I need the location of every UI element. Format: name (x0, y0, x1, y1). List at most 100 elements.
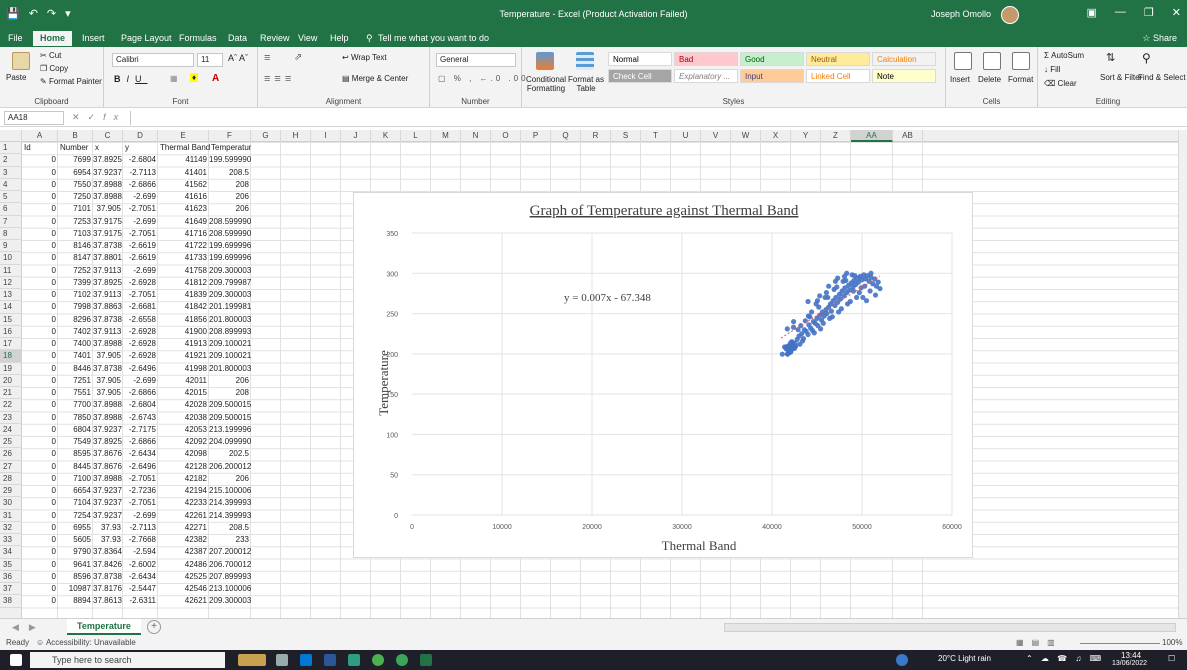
column-header-j[interactable]: J (341, 130, 371, 142)
add-sheet-icon[interactable]: + (147, 620, 161, 634)
column-header-ab[interactable]: AB (893, 130, 923, 142)
table-cell[interactable]: 7101 (58, 203, 93, 215)
taskbar-widget-icon[interactable] (238, 654, 266, 666)
column-header-h[interactable]: H (281, 130, 311, 142)
table-cell[interactable]: 37.905 (93, 375, 123, 387)
restore-icon[interactable]: ❐ (1144, 6, 1154, 19)
normal-view-icon[interactable]: ▦ (1016, 638, 1032, 647)
paste-icon[interactable] (12, 52, 30, 70)
windows-start-icon[interactable] (10, 654, 22, 666)
table-cell[interactable]: 9641 (58, 559, 93, 571)
table-cell[interactable]: 209.3000031 (209, 595, 251, 607)
table-cell[interactable]: -2.7175 (123, 424, 158, 436)
table-cell[interactable]: 6804 (58, 424, 93, 436)
table-cell[interactable]: 0 (22, 497, 58, 509)
table-cell[interactable]: 8146 (58, 240, 93, 252)
table-cell[interactable]: -2.6619 (123, 240, 158, 252)
zoom-slider[interactable] (1080, 643, 1160, 644)
fx-icon[interactable]: fx (103, 112, 126, 122)
table-cell[interactable]: 8595 (58, 448, 93, 460)
table-cell[interactable]: 209.1000214 (209, 338, 251, 350)
tab-page-layout[interactable]: Page Layout (121, 33, 172, 43)
font-size-select[interactable]: 11 (197, 53, 223, 67)
data-point[interactable] (845, 301, 851, 307)
table-cell[interactable]: -2.7236 (123, 485, 158, 497)
header-cell[interactable]: x (93, 142, 123, 154)
table-cell[interactable]: -2.7113 (123, 167, 158, 179)
table-cell[interactable]: 37.9237 (93, 497, 123, 509)
excel-taskbar-icon[interactable] (420, 654, 432, 666)
zoom-level[interactable]: 100% (1162, 638, 1182, 647)
table-cell[interactable]: 37.8988 (93, 179, 123, 191)
table-cell[interactable]: 37.8925 (93, 154, 123, 166)
table-cell[interactable]: -2.7668 (123, 534, 158, 546)
help-icon[interactable] (896, 654, 908, 666)
table-cell[interactable]: 7401 (58, 350, 93, 362)
table-cell[interactable]: 0 (22, 559, 58, 571)
style-calculation[interactable]: Calculation (872, 52, 936, 66)
row-header[interactable]: 21 (0, 387, 22, 400)
table-cell[interactable]: 0 (22, 203, 58, 215)
row-header[interactable]: 32 (0, 522, 22, 534)
table-cell[interactable]: 6955 (58, 522, 93, 534)
minimize-icon[interactable]: — (1115, 6, 1126, 19)
table-cell[interactable]: 7252 (58, 265, 93, 277)
table-cell[interactable]: 37.9113 (93, 326, 123, 338)
column-header-aa[interactable]: AA (851, 130, 893, 142)
table-cell[interactable]: 7251 (58, 375, 93, 387)
table-cell[interactable]: 37.9113 (93, 265, 123, 277)
table-cell[interactable]: 41401 (158, 167, 209, 179)
table-cell[interactable]: -2.6928 (123, 338, 158, 350)
tab-view[interactable]: View (298, 33, 317, 43)
copy-button[interactable]: ❐ Copy (40, 64, 68, 73)
data-point[interactable] (854, 294, 860, 301)
table-cell[interactable]: 37.8676 (93, 448, 123, 460)
tab-formulas[interactable]: Formulas (179, 33, 217, 43)
table-cell[interactable]: 7402 (58, 326, 93, 338)
table-cell[interactable]: 0 (22, 289, 58, 301)
format-painter-button[interactable]: ✎ Format Painter (40, 77, 102, 86)
table-cell[interactable]: 37.905 (93, 350, 123, 362)
row-header[interactable]: 28 (0, 473, 22, 485)
clock-time[interactable]: 13:44 (1121, 651, 1141, 660)
table-cell[interactable]: 0 (22, 375, 58, 387)
tab-data[interactable]: Data (228, 33, 247, 43)
column-header-w[interactable]: W (731, 130, 761, 142)
table-cell[interactable]: 208 (209, 387, 251, 399)
data-point[interactable] (831, 286, 837, 292)
row-header[interactable]: 2 (0, 154, 22, 167)
formula-input[interactable] (130, 111, 1173, 125)
table-cell[interactable]: 37.905 (93, 387, 123, 399)
tab-file[interactable]: File (8, 33, 23, 43)
row-header[interactable]: 6 (0, 203, 22, 216)
table-cell[interactable]: 213.1999969 (209, 424, 251, 436)
data-point[interactable] (814, 298, 821, 304)
weather-status[interactable]: 20°C Light rain (938, 654, 991, 663)
table-cell[interactable]: -2.6928 (123, 277, 158, 289)
file-explorer-icon[interactable] (300, 654, 312, 666)
table-cell[interactable]: 209.5000153 (209, 412, 251, 424)
table-cell[interactable]: 0 (22, 326, 58, 338)
data-point[interactable] (875, 279, 881, 285)
table-cell[interactable]: 209.3000031 (209, 289, 251, 301)
data-point[interactable] (817, 293, 823, 299)
table-cell[interactable]: 0 (22, 522, 58, 534)
table-cell[interactable]: 0 (22, 448, 58, 460)
table-cell[interactable]: -2.7051 (123, 497, 158, 509)
row-header[interactable]: 4 (0, 179, 22, 191)
table-cell[interactable]: 41812 (158, 277, 209, 289)
table-cell[interactable]: 7103 (58, 228, 93, 240)
table-cell[interactable]: 0 (22, 191, 58, 203)
insert-button[interactable]: Insert (950, 75, 970, 84)
tab-help[interactable]: Help (330, 33, 349, 43)
table-cell[interactable]: 0 (22, 461, 58, 473)
close-icon[interactable]: ✕ (1172, 6, 1181, 19)
style-neutral[interactable]: Neutral (806, 52, 870, 66)
row-header[interactable]: 5 (0, 191, 22, 204)
table-cell[interactable]: 0 (22, 314, 58, 326)
table-cell[interactable]: -2.699 (123, 216, 158, 228)
table-cell[interactable]: 7253 (58, 216, 93, 228)
data-point[interactable] (877, 285, 883, 292)
table-cell[interactable]: 42028 (158, 399, 209, 411)
row-header[interactable]: 27 (0, 461, 22, 473)
